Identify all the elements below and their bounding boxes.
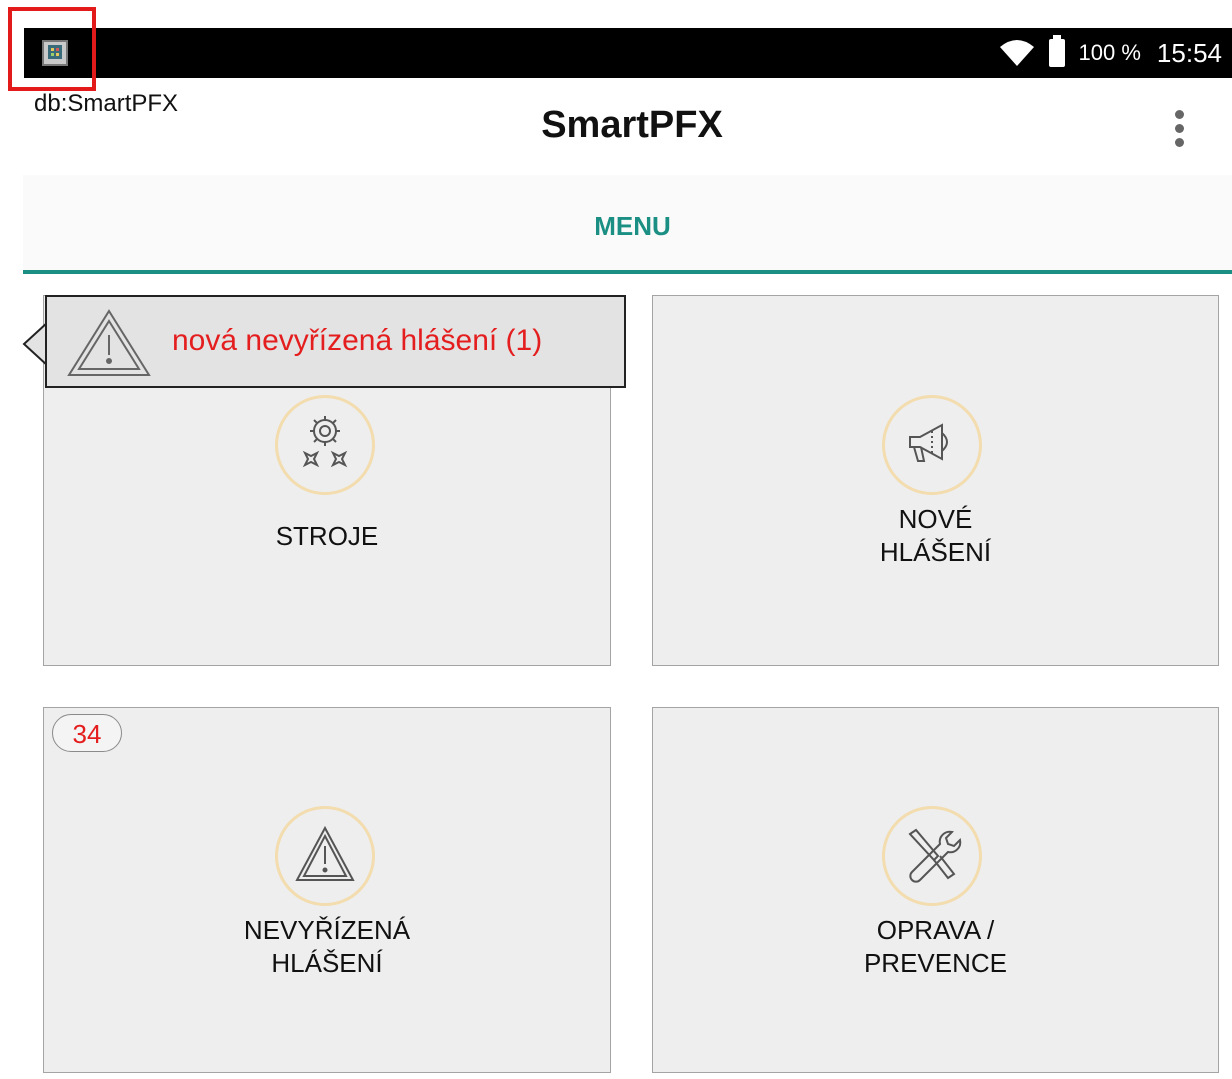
tile-nevyrizena-hlaseni[interactable]: 34 NEVYŘÍZENÁ HLÁŠENÍ [43, 707, 611, 1073]
battery-icon [1048, 35, 1065, 67]
tile-label-line2: HLÁŠENÍ [879, 537, 992, 567]
count-badge: 34 [52, 714, 122, 752]
tile-oprava-prevence[interactable]: OPRAVA / PREVENCE [652, 707, 1219, 1073]
tile-label-line1: NOVÉ [898, 504, 973, 534]
tile-label-line1: OPRAVA / [876, 915, 995, 945]
warning-icon [275, 806, 375, 906]
tile-label-line2: PREVENCE [863, 948, 1008, 978]
status-bar: 100 % 15:54 [24, 28, 1232, 78]
overflow-menu-icon[interactable] [1168, 106, 1192, 150]
tab-menu[interactable]: MENU [23, 211, 1232, 242]
warning-icon [67, 309, 151, 376]
megaphone-icon [882, 395, 982, 495]
tab-bar: MENU [23, 175, 1232, 274]
app-icon[interactable] [42, 40, 68, 66]
battery-percentage: 100 % [1078, 40, 1141, 65]
gears-icon [275, 395, 375, 495]
wifi-icon [999, 40, 1034, 66]
tools-icon [882, 806, 982, 906]
page-title: SmartPFX [541, 104, 723, 146]
tile-nove-hlaseni[interactable]: NOVÉ HLÁŠENÍ [652, 295, 1219, 666]
tile-label-line2: HLÁŠENÍ [271, 948, 383, 978]
tile-label-line1: NEVYŘÍZENÁ [243, 915, 411, 945]
status-indicators: 100 % 15:54 [999, 28, 1222, 78]
tooltip-text: nová nevyřízená hlášení (1) [172, 324, 543, 357]
clock: 15:54 [1156, 37, 1222, 68]
alert-tooltip[interactable]: nová nevyřízená hlášení (1) [45, 295, 626, 388]
tile-label: STROJE [275, 521, 379, 551]
